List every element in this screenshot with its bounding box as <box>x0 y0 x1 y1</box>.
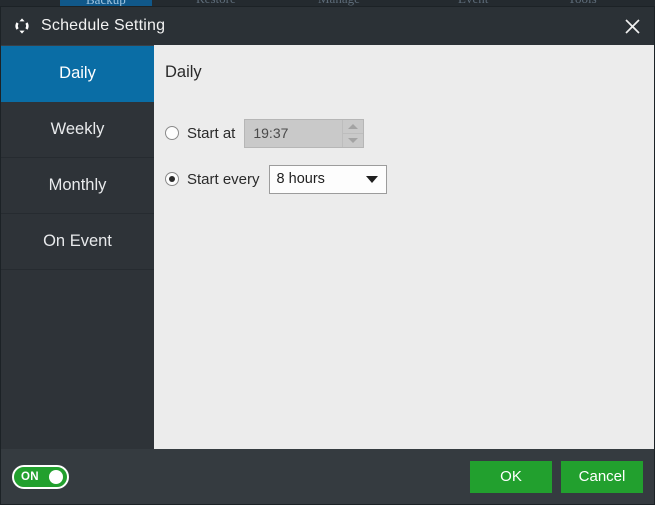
pane-title: Daily <box>165 63 202 81</box>
schedule-type-sidebar: Daily Weekly Monthly On Event <box>1 45 154 449</box>
sidebar-item-on-event[interactable]: On Event <box>1 214 154 270</box>
sidebar-item-label: Weekly <box>50 120 105 138</box>
start-at-label: Start at <box>187 124 236 142</box>
dialog-titlebar: Schedule Setting <box>1 7 654 45</box>
start-at-time-value: 19:37 <box>253 125 289 141</box>
dialog-title: Schedule Setting <box>41 17 166 34</box>
schedule-content-pane: Daily Start at 19:37 Start every 8 hours <box>154 45 654 449</box>
spinner-buttons <box>342 119 364 147</box>
dialog-footer: ON OK Cancel <box>1 449 654 504</box>
start-at-time-spinner[interactable]: 19:37 <box>244 118 365 148</box>
cancel-button[interactable]: Cancel <box>561 460 643 493</box>
toggle-label: ON <box>21 470 39 483</box>
sidebar-item-monthly[interactable]: Monthly <box>1 158 154 214</box>
close-icon[interactable] <box>610 7 654 45</box>
start-at-row: Start at 19:37 <box>165 118 654 148</box>
dialog-body: Daily Weekly Monthly On Event Daily Star… <box>1 45 654 449</box>
chevron-up-icon[interactable] <box>343 119 364 134</box>
sync-arrows-icon <box>11 15 33 37</box>
sidebar-item-label: Monthly <box>48 176 107 194</box>
chevron-down-icon <box>365 175 378 183</box>
schedule-enable-toggle[interactable]: ON <box>12 464 69 489</box>
start-every-radio[interactable] <box>165 172 179 186</box>
ok-button[interactable]: OK <box>470 460 552 493</box>
schedule-setting-dialog: Schedule Setting Daily Weekly Monthly On… <box>0 6 655 505</box>
start-every-interval-select[interactable]: 8 hours <box>268 164 387 194</box>
start-every-row: Start every 8 hours <box>165 164 654 194</box>
sidebar-item-label: Daily <box>59 64 96 82</box>
start-at-radio[interactable] <box>165 126 179 140</box>
start-every-selected-value: 8 hours <box>276 171 325 187</box>
chevron-down-icon[interactable] <box>343 133 364 147</box>
toggle-knob <box>49 469 63 484</box>
start-every-label: Start every <box>187 170 260 188</box>
sidebar-item-weekly[interactable]: Weekly <box>1 102 154 158</box>
sidebar-item-daily[interactable]: Daily <box>1 46 154 102</box>
sidebar-item-label: On Event <box>43 232 112 250</box>
